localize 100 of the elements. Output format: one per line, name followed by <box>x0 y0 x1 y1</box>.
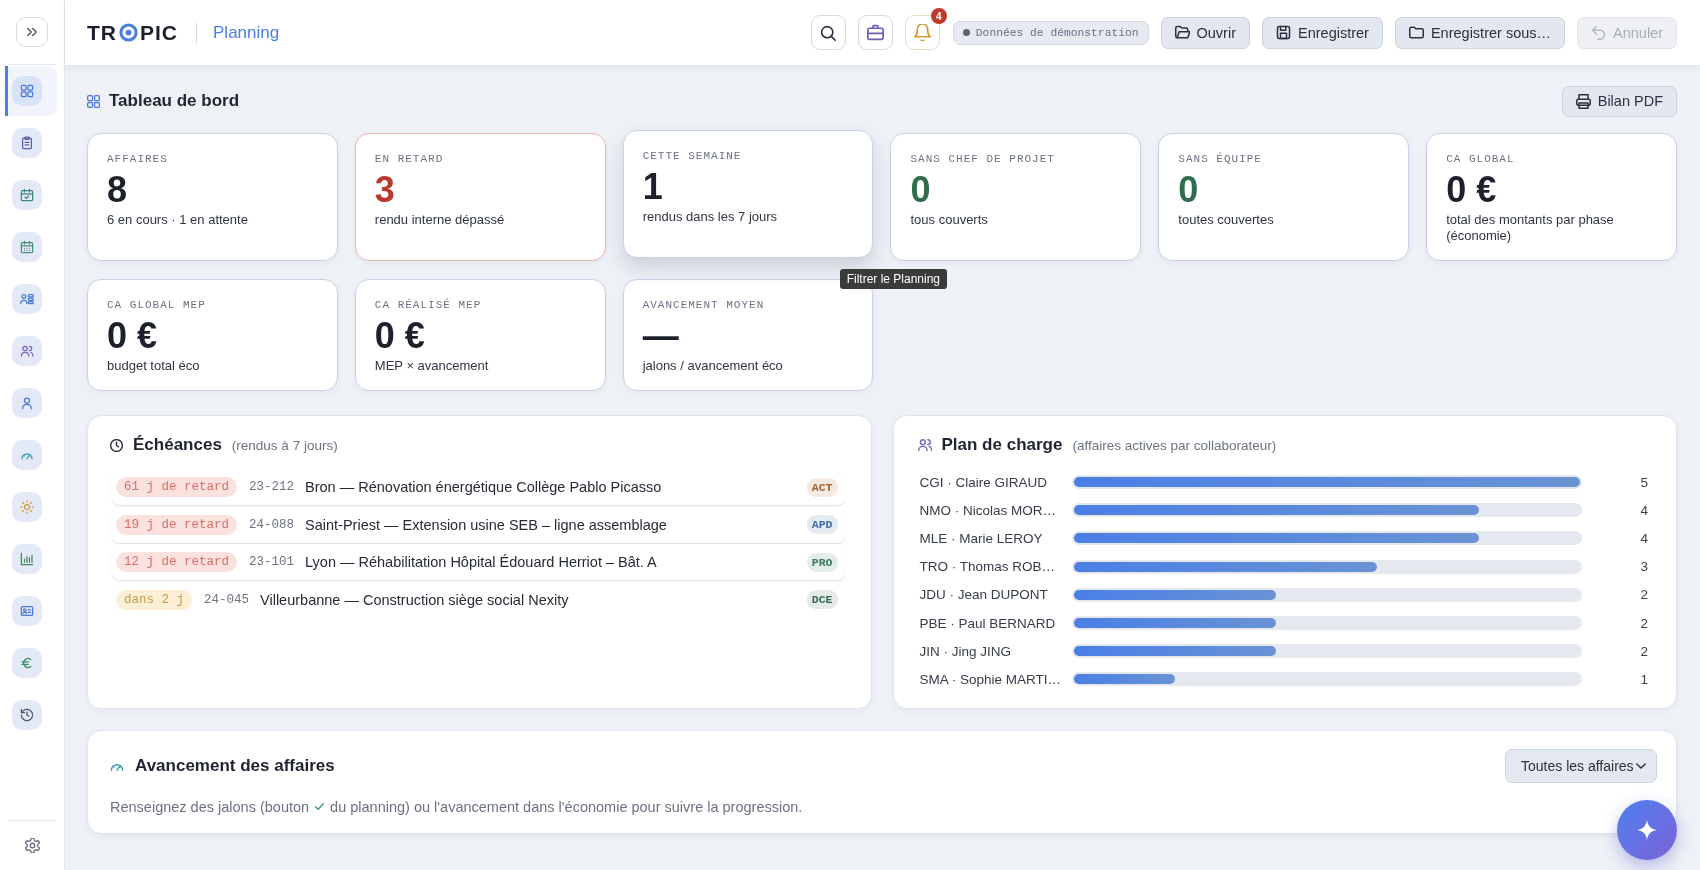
stat-value: 3 <box>374 170 396 210</box>
gauge-icon <box>12 440 42 470</box>
stat-label: CA GLOBAL <box>1446 152 1516 166</box>
collaborator-name: JDU · Jean DUPONT <box>919 587 1049 603</box>
collaborator-name: PBE · Paul BERNARD <box>919 615 1057 631</box>
filter-select[interactable]: Toutes les affaires <box>1505 748 1657 783</box>
project-count: 2 <box>1640 587 1648 603</box>
project-code: 24-045 <box>204 592 250 607</box>
stat-caption: budget total éco <box>107 358 201 374</box>
stat-value: 0 € <box>374 316 426 356</box>
chevrons-right-icon <box>25 25 39 39</box>
collaborator-name: JIN · Jing JING <box>919 643 1012 659</box>
panel-title: Avancement des affaires <box>135 755 335 776</box>
stat-card[interactable]: CA GLOBAL MEP 0 € budget total éco <box>87 279 338 391</box>
grid-icon <box>12 76 42 106</box>
collaborator-name: SMA · Sophie MARTI… <box>919 671 1063 687</box>
stat-label: AVANCEMENT MOYEN <box>642 298 766 312</box>
page-title: Tableau de bord <box>109 91 240 111</box>
stat-card[interactable]: SANS CHEF DE PROJET 0 tous couverts <box>890 133 1142 261</box>
stat-value: 0 € <box>1446 170 1498 210</box>
tooltip: Filtrer le Planning <box>839 269 948 289</box>
hint-text: du planning) ou l'avancement dans l'économie pour suivre la progression. <box>330 798 803 815</box>
collaborator-name: NMO · Nicolas MOR… <box>919 502 1057 518</box>
bar-chart-icon <box>12 544 42 574</box>
stat-card[interactable]: AFFAIRES 8 6 en cours · 1 en attente <box>87 133 338 261</box>
assistant-button[interactable] <box>1617 800 1677 860</box>
project-code: 23-101 <box>249 555 295 569</box>
target-icon <box>119 23 138 42</box>
search-button[interactable] <box>810 15 846 50</box>
project-count: 4 <box>1640 502 1648 518</box>
sun-icon <box>12 492 42 522</box>
stat-caption: total des montants par phase (économie) <box>1446 212 1615 244</box>
stat-caption: rendu interne dépassé <box>374 212 506 228</box>
stat-caption: rendus dans les 7 jours <box>642 209 779 225</box>
stat-value: 8 <box>107 170 129 210</box>
euro-icon <box>12 648 42 678</box>
folder-icon <box>1408 25 1424 40</box>
toolbar-button[interactable]: Enregistrer sous… <box>1394 16 1565 49</box>
user-icon <box>12 388 42 418</box>
stat-card[interactable]: SANS ÉQUIPE 0 toutes couvertes <box>1158 133 1410 261</box>
panel-subtitle: (rendus à 7 jours) <box>231 437 338 453</box>
stat-label: CA GLOBAL MEP <box>107 298 207 312</box>
notification-count: 4 <box>930 8 947 24</box>
delay-badge: 19 j de retard <box>116 514 238 535</box>
stat-card[interactable]: CA GLOBAL 0 € total des montants par phase (économie) <box>1426 133 1677 261</box>
project-title: Bron — Rénovation énergétique Collège Pablo Picasso <box>305 479 662 495</box>
stat-card[interactable]: EN RETARD 3 rendu interne dépassé <box>354 133 606 261</box>
phase-tag: ACT <box>806 477 838 497</box>
delay-badge: 61 j de retard <box>116 477 238 497</box>
stat-label: AFFAIRES <box>107 152 169 166</box>
calendar-icon <box>12 232 42 262</box>
deadline-row[interactable]: 19 j de retard 24-088 Saint-Priest — Extension usine SEB – ligne assemblage APD <box>112 506 845 543</box>
grid-icon <box>87 94 100 108</box>
stat-label: SANS CHEF DE PROJET <box>910 152 1056 166</box>
panel-title: Plan de charge <box>941 435 1063 455</box>
deadline-row[interactable]: 61 j de retard 23-212 Bron — Rénovation énergétique Collège Pablo Picasso ACT <box>112 469 845 505</box>
project-code: 24-088 <box>249 517 295 532</box>
delay-badge: dans 2 j <box>116 589 192 610</box>
calendar-check-icon <box>12 180 42 210</box>
stat-caption: 6 en cours · 1 en attente <box>107 212 249 228</box>
printer-icon <box>1575 93 1591 109</box>
panel-title: Échéances <box>133 435 222 455</box>
toolbar-button[interactable]: Enregistrer <box>1262 16 1383 49</box>
project-title: Lyon — Réhabilitation Hôpital Édouard Herriot – Bât. A <box>305 554 657 570</box>
panel-subtitle: (affaires actives par collaborateur) <box>1072 437 1277 453</box>
search-icon <box>820 24 837 41</box>
sidebar-toggle-button[interactable] <box>16 17 48 47</box>
deadline-row[interactable]: 12 j de retard 23-101 Lyon — Réhabilitation Hôpital Édouard Herriot – Bât. A PRO <box>112 544 845 580</box>
phase-tag: APD <box>806 515 838 534</box>
logo-text: PIC <box>140 20 178 45</box>
collaborator-name: MLE · Marie LEROY <box>919 530 1044 546</box>
project-count: 3 <box>1640 559 1648 575</box>
section-title[interactable]: Planning <box>213 22 280 43</box>
save-icon <box>1276 25 1291 40</box>
project-count: 4 <box>1640 530 1648 546</box>
check-icon <box>314 801 326 812</box>
project-title: Saint-Priest — Extension usine SEB – ligne assemblage <box>305 516 667 533</box>
stat-label: EN RETARD <box>374 152 445 166</box>
user-list-icon <box>12 284 42 314</box>
stat-value: 0 <box>910 170 932 210</box>
stat-card[interactable]: CA RÉALISÉ MEP 0 € MEP × avancement <box>354 279 606 391</box>
logo-text: TR <box>87 20 117 45</box>
project-count: 5 <box>1640 474 1648 490</box>
nav-button[interactable] <box>5 66 57 116</box>
sparkle-icon <box>1637 820 1657 840</box>
phase-tag: DCE <box>806 590 838 609</box>
clipboard-icon <box>12 128 42 158</box>
hint-text: Renseignez des jalons (bouton <box>110 798 310 815</box>
stat-label: CA RÉALISÉ MEP <box>374 298 483 312</box>
stat-card[interactable]: CETTE SEMAINE 1 rendus dans les 7 jours <box>622 130 874 258</box>
settings-icon <box>24 838 40 853</box>
project-count: 2 <box>1640 643 1648 659</box>
folder-open-icon <box>1174 25 1190 40</box>
pdf-report-button[interactable]: Bilan PDF <box>1561 85 1677 117</box>
stat-label: CETTE SEMAINE <box>642 149 743 163</box>
toolbar-button[interactable]: Ouvrir <box>1160 16 1250 49</box>
briefcase-button[interactable] <box>857 15 893 50</box>
project-count: 2 <box>1640 615 1648 631</box>
stat-label: SANS ÉQUIPE <box>1178 152 1263 166</box>
clock-icon <box>110 438 123 452</box>
